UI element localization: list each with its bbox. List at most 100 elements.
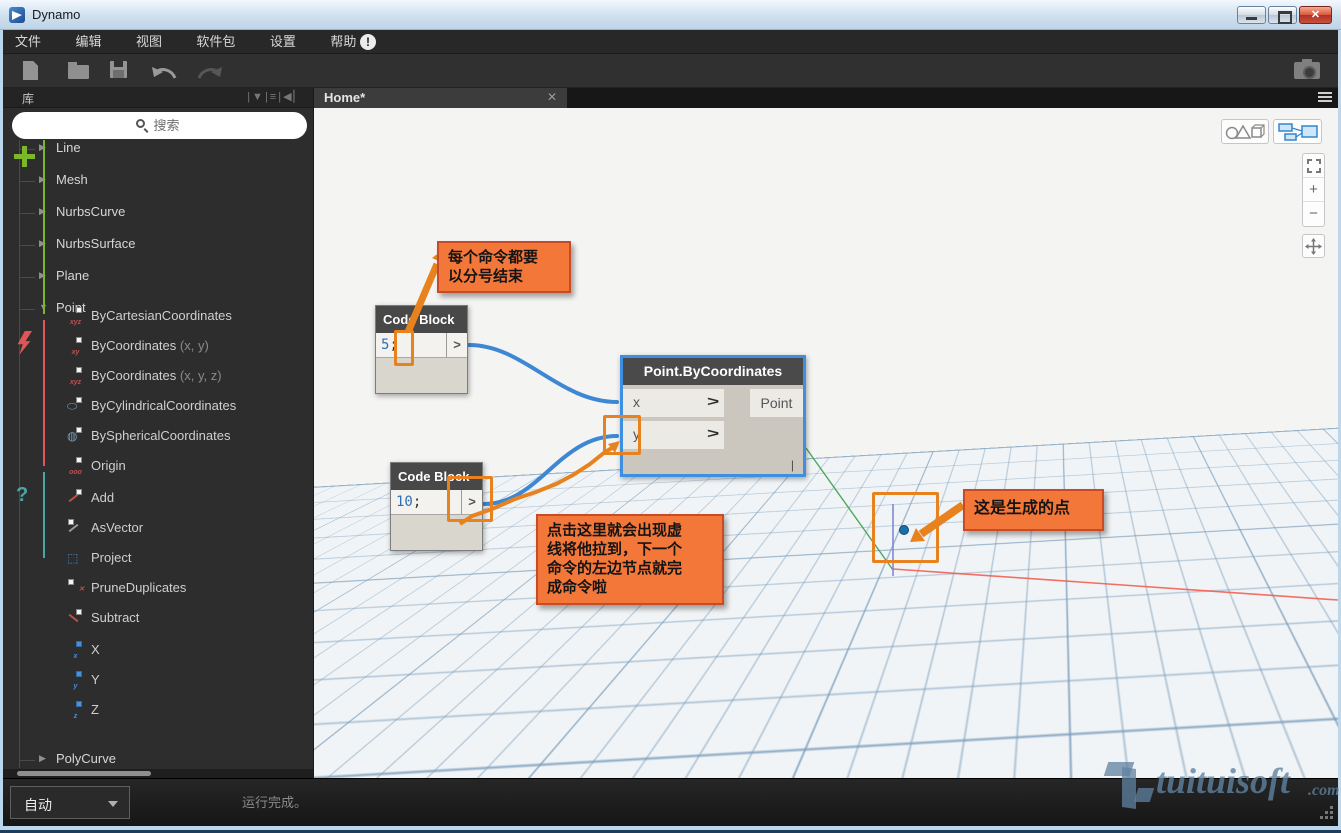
- new-file-icon[interactable]: [23, 61, 38, 80]
- scrollbar-thumb[interactable]: [17, 771, 151, 776]
- library-item-asvector[interactable]: AsVector: [3, 516, 313, 542]
- wire-cb1-to-x[interactable]: [467, 343, 619, 404]
- tab-bar: Home* ✕: [314, 88, 1338, 108]
- redo-icon[interactable]: [196, 63, 224, 81]
- sidebar-item-nurbscurve[interactable]: ▶NurbsCurve: [3, 199, 313, 227]
- highlight-y-port: [603, 415, 641, 455]
- vector-subtract-icon: [67, 609, 84, 626]
- library-item-add[interactable]: Add: [3, 486, 313, 512]
- wire-cb2-to-y[interactable]: [482, 434, 619, 506]
- workspace-canvas[interactable]: Code Block 5; > Code Block 10; > Point.B…: [314, 108, 1338, 778]
- geometry-shapes-icon: [1225, 124, 1265, 140]
- search-icon: [136, 119, 145, 128]
- menu-settings[interactable]: 设置: [255, 30, 311, 54]
- minimize-button[interactable]: [1237, 6, 1266, 24]
- node-resize-mark[interactable]: |: [791, 458, 794, 472]
- port-chevron-icon: >: [706, 393, 720, 409]
- vector-add-icon: [67, 489, 84, 506]
- library-item-project[interactable]: ⬚ Project: [3, 546, 313, 572]
- fit-view-icon: [1306, 159, 1321, 173]
- open-file-icon[interactable]: [68, 62, 89, 79]
- notification-icon[interactable]: !: [360, 34, 376, 50]
- input-port-x[interactable]: x >: [623, 389, 724, 417]
- fit-view-button[interactable]: [1303, 154, 1324, 178]
- chevron-down-icon: [108, 801, 118, 807]
- pan-button[interactable]: [1302, 234, 1325, 258]
- window-frame-bottom: [0, 826, 1341, 833]
- menu-view[interactable]: 视图: [121, 30, 177, 54]
- pan-arrows-icon: [1305, 238, 1322, 255]
- sidebar-item-plane[interactable]: ▶Plane: [3, 263, 313, 291]
- highlight-generated-point: [872, 492, 939, 563]
- callout-semicolon: 每个命令都要 以分号结束: [437, 241, 571, 293]
- window-frame-left: [0, 30, 3, 826]
- highlight-cb2-output: [447, 476, 493, 522]
- title-bar[interactable]: Dynamo ✕: [0, 0, 1341, 30]
- chevron-right-icon[interactable]: ▶: [39, 753, 46, 764]
- toolbar: [0, 54, 1341, 88]
- library-filter-icons[interactable]: |▼|≡|◀▏: [247, 90, 304, 103]
- menu-edit[interactable]: 编辑: [60, 30, 116, 54]
- close-button[interactable]: ✕: [1299, 6, 1332, 24]
- library-item-pruneduplicates[interactable]: ✕ PruneDuplicates: [3, 576, 313, 602]
- library-item-x[interactable]: x X: [3, 638, 313, 664]
- sphere-icon: ◍: [67, 427, 84, 444]
- library-item-bycoordinates-xy[interactable]: xy ByCoordinates (x, y): [3, 334, 313, 360]
- graph-view-button[interactable]: [1273, 119, 1322, 144]
- project-icon: ⬚: [67, 551, 79, 565]
- output-port[interactable]: >: [446, 333, 467, 357]
- geometry-view-button[interactable]: [1221, 119, 1269, 144]
- library-item-bycartesiancoordinates[interactable]: xyz ByCartesianCoordinates: [3, 304, 313, 330]
- sidebar-item-nurbssurface[interactable]: ▶NurbsSurface: [3, 231, 313, 259]
- library-item-bycoordinates-xyz[interactable]: xyz ByCoordinates (x, y, z): [3, 364, 313, 390]
- menu-bar: 文件 编辑 视图 软件包 设置 帮助 !: [0, 30, 1341, 54]
- library-item-bysphericalcoordinates[interactable]: ◍ BySphericalCoordinates: [3, 424, 313, 450]
- library-horizontal-scrollbar[interactable]: [3, 769, 313, 778]
- library-item-z[interactable]: z Z: [3, 698, 313, 724]
- tab-home[interactable]: Home* ✕: [314, 88, 567, 108]
- sidebar-item-line[interactable]: ▶Line: [3, 135, 313, 163]
- run-mode-dropdown[interactable]: 自动: [10, 786, 130, 819]
- sidebar-item-mesh[interactable]: ▶Mesh: [3, 167, 313, 195]
- menu-file[interactable]: 文件: [0, 30, 56, 54]
- window-title: Dynamo: [32, 7, 81, 22]
- highlight-semicolon: [394, 330, 414, 366]
- graph-nodes-icon: [1278, 123, 1318, 141]
- library-item-y[interactable]: y Y: [3, 668, 313, 694]
- port-chevron-icon: >: [706, 425, 720, 441]
- menu-packages[interactable]: 软件包: [181, 30, 250, 54]
- zoom-in-button[interactable]: +: [1303, 178, 1324, 202]
- output-port-point[interactable]: Point: [750, 389, 803, 417]
- query-z-icon: z: [67, 701, 84, 720]
- prune-duplicates-icon: ✕: [67, 579, 84, 596]
- axes-layer: [805, 447, 1338, 601]
- maximize-button[interactable]: [1268, 6, 1297, 24]
- library-header: 库 |▼|≡|◀▏: [3, 88, 313, 108]
- node-point-bycoordinates[interactable]: Point.ByCoordinates x > y > Point |: [620, 355, 806, 477]
- as-vector-icon: [67, 519, 84, 536]
- library-item-subtract[interactable]: Subtract: [3, 606, 313, 632]
- tab-close-icon[interactable]: ✕: [547, 90, 557, 104]
- export-image-camera-icon[interactable]: [1294, 59, 1320, 79]
- node-code-block-1[interactable]: Code Block 5; >: [375, 305, 468, 394]
- x-axis-red: [892, 568, 1338, 601]
- undo-icon[interactable]: [150, 63, 178, 81]
- library-item-bycylindricalcoordinates[interactable]: ⬭ ByCylindricalCoordinates: [3, 394, 313, 420]
- node-title[interactable]: Code Block: [376, 306, 467, 333]
- node-body: [376, 358, 467, 393]
- zoom-controls: + −: [1302, 153, 1325, 227]
- zoom-out-button[interactable]: −: [1303, 202, 1324, 226]
- node-title[interactable]: Point.ByCoordinates: [623, 358, 803, 385]
- workspace-menu-icon[interactable]: [1318, 92, 1332, 104]
- point-xyz-icon: xyz: [67, 307, 84, 326]
- status-bar: 自动 运行完成。: [0, 778, 1341, 826]
- create-group-icon: [14, 146, 35, 167]
- library-item-origin[interactable]: ooo Origin: [3, 454, 313, 480]
- point-xyz-icon: xyz: [67, 367, 84, 386]
- save-icon[interactable]: [110, 61, 127, 78]
- resize-grip[interactable]: [1319, 806, 1333, 820]
- run-status-text: 运行完成。: [242, 795, 308, 810]
- cylinder-icon: ⬭: [67, 397, 84, 414]
- create-group-bar: [43, 140, 45, 314]
- library-panel: 库 |▼|≡|◀▏ ▶Line ▶Mesh ▶NurbsCurve ▶Nurbs…: [3, 88, 314, 778]
